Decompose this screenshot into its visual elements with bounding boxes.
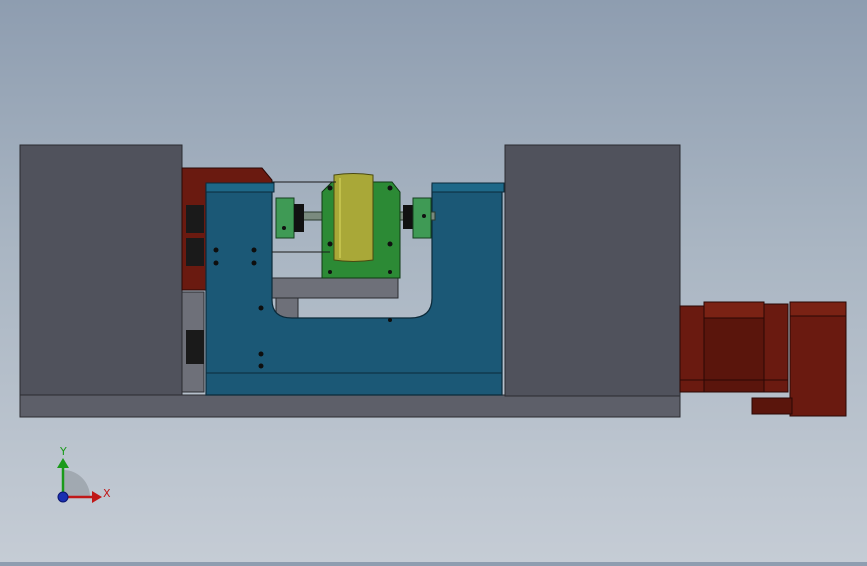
right-coupling[interactable] bbox=[403, 197, 432, 239]
x-axis-arrow-icon bbox=[92, 491, 102, 503]
y-axis-label: Y bbox=[59, 445, 67, 458]
left-coupling[interactable] bbox=[275, 197, 304, 239]
y-axis-arrow-icon bbox=[57, 458, 69, 468]
right-housing-block[interactable] bbox=[504, 144, 681, 397]
servo-motor[interactable] bbox=[679, 301, 847, 417]
base-plate[interactable] bbox=[19, 394, 681, 418]
coordinate-triad: Y X bbox=[57, 445, 111, 503]
x-axis-label: X bbox=[103, 487, 111, 500]
z-axis-dot-icon bbox=[57, 491, 69, 503]
cad-viewport[interactable]: Y X bbox=[0, 0, 867, 562]
support-plate[interactable] bbox=[269, 277, 399, 299]
assembly-drawing: Y X bbox=[19, 144, 847, 503]
left-housing-block[interactable] bbox=[19, 144, 183, 397]
roller-drum[interactable] bbox=[333, 173, 374, 262]
